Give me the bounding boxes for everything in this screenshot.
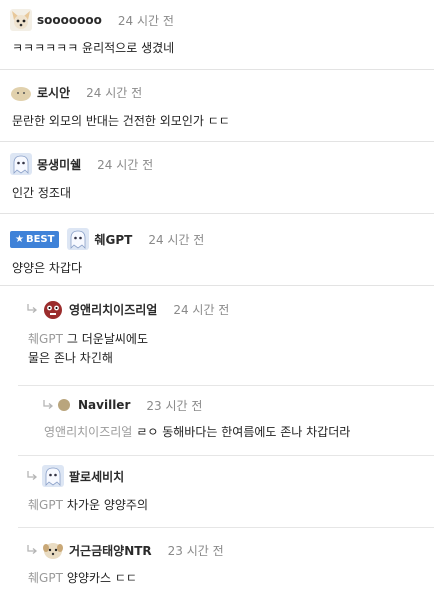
comment-author[interactable]: Naviller bbox=[78, 398, 130, 412]
comment-text: 영앤리치이즈리얼 ㄹㅇ 동해바다는 한여름에도 존나 차갑더라 bbox=[44, 425, 351, 439]
comment-author[interactable]: 영앤리치이즈리얼 bbox=[69, 301, 157, 318]
comment-author[interactable]: sooooooo bbox=[37, 13, 102, 27]
reply-item: 거근금태양NTR 23 시간 전 췌GPT 양양카스 ㄷㄷ bbox=[18, 528, 434, 596]
comment-time: 24 시간 전 bbox=[148, 232, 205, 247]
dog-face-icon[interactable] bbox=[10, 9, 32, 31]
comment-text: 췌GPT 그 더운날씨에도 bbox=[28, 332, 149, 346]
comment-text: 인간 정조대 bbox=[12, 186, 72, 200]
comment-author[interactable]: 거근금태양NTR bbox=[69, 542, 152, 559]
comment-time: 24 시간 전 bbox=[117, 13, 174, 28]
comment-text: 양양은 차갑다 bbox=[12, 261, 83, 275]
reply-arrow-icon bbox=[43, 400, 54, 409]
comment-item: 로시안 24 시간 전 문란한 외모의 반대는 건전한 외모인가 ㄷㄷ bbox=[0, 70, 434, 142]
comment-time: 23 시간 전 bbox=[167, 543, 224, 558]
reply-item: 팔로세비치 췌GPT 차가운 양양주의 bbox=[18, 456, 434, 528]
mention[interactable]: 췌GPT bbox=[28, 498, 63, 512]
comment-text: ㅋㅋㅋㅋㅋㅋ 윤리적으로 생겼네 bbox=[12, 41, 175, 55]
mention[interactable]: 영앤리치이즈리얼 bbox=[44, 425, 132, 439]
dog-face-icon[interactable] bbox=[42, 539, 64, 561]
comment-text-line2: 물은 존나 차긴해 bbox=[28, 351, 113, 365]
reply-arrow-icon bbox=[27, 304, 38, 313]
comment-time: 24 시간 전 bbox=[173, 302, 230, 317]
comment-item: ★ BEST 췌GPT 24 시간 전 양양은 차갑다 bbox=[0, 214, 434, 286]
comment-time: 24 시간 전 bbox=[97, 157, 154, 172]
reply-arrow-icon bbox=[27, 471, 38, 480]
comment-text: 문란한 외모의 반대는 건전한 외모인가 ㄷㄷ bbox=[12, 114, 230, 128]
comment-author[interactable]: 몽생미쉘 bbox=[37, 156, 81, 173]
star-icon: ★ bbox=[15, 233, 24, 245]
comment-text: 췌GPT 차가운 양양주의 bbox=[28, 498, 149, 512]
reply-arrow-icon bbox=[27, 545, 38, 554]
comment-author[interactable]: 로시안 bbox=[37, 84, 70, 101]
reply-item: 영앤리치이즈리얼 24 시간 전 췌GPT 그 더운날씨에도 물은 존나 차긴해 bbox=[18, 286, 434, 386]
reply-item: Naviller 23 시간 전 영앤리치이즈리얼 ㄹㅇ 동해바다는 한여름에도 … bbox=[36, 386, 434, 456]
ghost-icon[interactable] bbox=[67, 228, 90, 250]
comment-item: sooooooo 24 시간 전 ㅋㅋㅋㅋㅋㅋ 윤리적으로 생겼네 bbox=[0, 0, 434, 70]
mention[interactable]: 췌GPT bbox=[28, 332, 63, 346]
comment-time: 23 시간 전 bbox=[146, 398, 203, 413]
mention[interactable]: 췌GPT bbox=[28, 571, 63, 585]
red-creature-icon[interactable] bbox=[42, 298, 64, 320]
ghost-icon[interactable] bbox=[42, 465, 64, 487]
best-badge-label: BEST bbox=[25, 233, 55, 245]
comment-item: 몽생미쉘 24 시간 전 인간 정조대 bbox=[0, 142, 434, 214]
dot-icon[interactable] bbox=[58, 399, 70, 411]
comment-time: 24 시간 전 bbox=[86, 85, 143, 100]
blob-icon[interactable] bbox=[10, 81, 32, 103]
comment-author[interactable]: 팔로세비치 bbox=[69, 468, 124, 485]
ghost-icon[interactable] bbox=[10, 153, 32, 175]
comment-text: 췌GPT 양양카스 ㄷㄷ bbox=[28, 571, 137, 585]
comment-author[interactable]: 췌GPT bbox=[94, 231, 132, 248]
best-badge: ★ BEST bbox=[10, 230, 60, 248]
